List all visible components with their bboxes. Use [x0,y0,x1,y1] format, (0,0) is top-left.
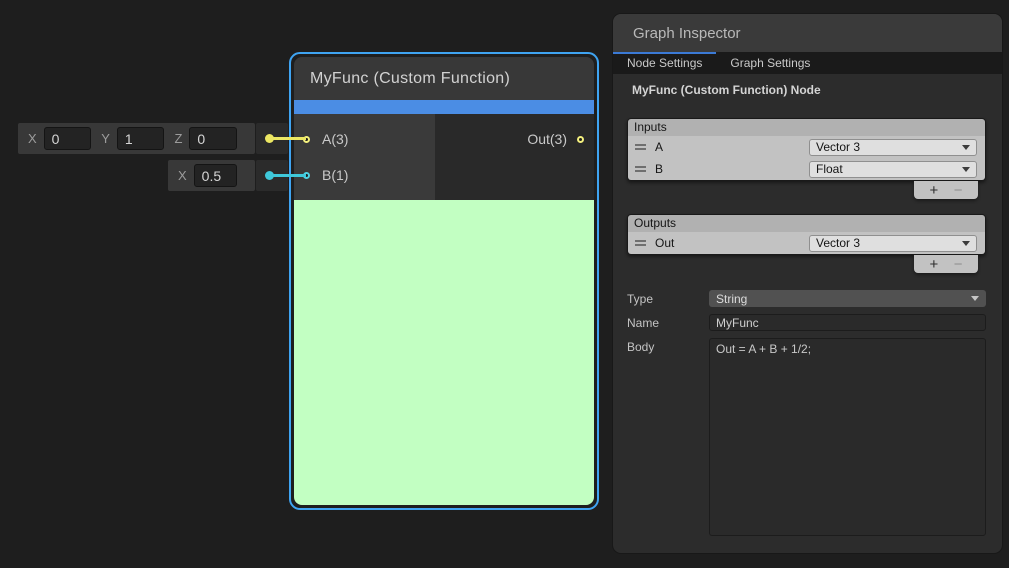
axis-z-label: Z [174,131,182,146]
vector3-connector-dot[interactable] [265,134,274,143]
input-row-a[interactable]: A Vector 3 [628,136,985,158]
input-row-b[interactable]: B Float [628,158,985,180]
outputs-list: Outputs Out Vector 3 [627,214,986,255]
tab-node-settings[interactable]: Node Settings [613,52,716,74]
float-input-widget: X 0.5 [168,160,255,191]
port-row-b: B(1) [294,157,435,193]
body-textarea[interactable]: Out = A + B + 1/2; [709,338,986,536]
outputs-list-footer: + − [914,255,978,273]
input-a-type-dropdown[interactable]: Vector 3 [809,139,977,156]
axis-x-label: X [28,131,37,146]
float-connector-dot[interactable] [265,171,274,180]
input-a-type-value: Vector 3 [816,140,860,154]
node-title: MyFunc (Custom Function) [310,70,510,88]
output-out-type-dropdown[interactable]: Vector 3 [809,235,977,252]
panel-title: Graph Inspector [633,25,741,42]
name-label: Name [627,314,709,330]
input-b-type-value: Float [816,162,843,176]
tab-graph-settings[interactable]: Graph Settings [716,52,824,74]
vector3-z-field[interactable]: 0 [189,127,237,150]
chevron-down-icon [971,296,979,301]
inspector-tabbar: Node Settings Graph Settings [613,52,1002,74]
name-input[interactable] [709,314,986,331]
inputs-section: Inputs A Vector 3 B Float [627,118,986,199]
add-input-button[interactable]: + [929,183,938,198]
input-slots: A(3) B(1) [294,114,435,200]
chevron-down-icon [962,145,970,150]
outputs-list-header: Outputs [628,215,985,232]
inspector-body: MyFunc (Custom Function) Node Inputs A V… [613,74,1002,539]
body-row: Body Out = A + B + 1/2; [627,338,986,539]
node-title-bar[interactable]: MyFunc (Custom Function) [294,57,594,100]
port-out-label: Out(3) [527,131,567,147]
edge-vector3-to-a[interactable] [272,137,306,140]
output-row-out[interactable]: Out Vector 3 [628,232,985,254]
node-preview [294,200,594,505]
node-body: MyFunc (Custom Function) A(3) B(1) Out(3… [294,57,594,505]
port-out-icon[interactable] [577,136,584,143]
output-slots: Out(3) [435,114,594,200]
outputs-section: Outputs Out Vector 3 + − [627,214,986,273]
drag-handle-icon[interactable] [635,240,646,246]
port-b-label: B(1) [322,167,348,183]
input-b-name: B [655,162,663,176]
inputs-list-footer: + − [914,181,978,199]
vector3-input-widget: X 0 Y 1 Z 0 [18,123,255,154]
panel-title-bar[interactable]: Graph Inspector [613,14,1002,52]
vector3-y-field[interactable]: 1 [117,127,165,150]
function-settings-form: Type String Name Body Out = A + B + 1/2; [627,290,986,539]
type-dropdown[interactable]: String [709,290,986,307]
chevron-down-icon [962,167,970,172]
input-a-name: A [655,140,663,154]
remove-output-button[interactable]: − [954,257,963,272]
axis-x-label: X [178,168,187,183]
node-accent-bar [294,100,594,114]
node-ports: A(3) B(1) Out(3) [294,114,594,200]
remove-input-button[interactable]: − [954,183,963,198]
float-x-field[interactable]: 0.5 [194,164,237,187]
body-label: Body [627,338,709,354]
node-heading: MyFunc (Custom Function) Node [632,83,986,97]
chevron-down-icon [962,241,970,246]
output-out-name: Out [655,236,674,250]
add-output-button[interactable]: + [929,257,938,272]
vector3-x-field[interactable]: 0 [44,127,92,150]
type-row: Type String [627,290,986,307]
output-out-type-value: Vector 3 [816,236,860,250]
port-a-label: A(3) [322,131,348,147]
drag-handle-icon[interactable] [635,144,646,150]
port-row-out: Out(3) [527,121,584,157]
custom-function-node[interactable]: MyFunc (Custom Function) A(3) B(1) Out(3… [289,52,599,510]
inputs-list: Inputs A Vector 3 B Float [627,118,986,181]
graph-inspector-panel: Graph Inspector Node Settings Graph Sett… [613,14,1002,553]
axis-y-label: Y [101,131,110,146]
edge-float-to-b[interactable] [272,174,306,177]
port-row-a: A(3) [294,121,435,157]
name-row: Name [627,314,986,331]
inputs-list-header: Inputs [628,119,985,136]
input-b-type-dropdown[interactable]: Float [809,161,977,178]
type-label: Type [627,290,709,306]
drag-handle-icon[interactable] [635,166,646,172]
type-value: String [716,292,747,306]
